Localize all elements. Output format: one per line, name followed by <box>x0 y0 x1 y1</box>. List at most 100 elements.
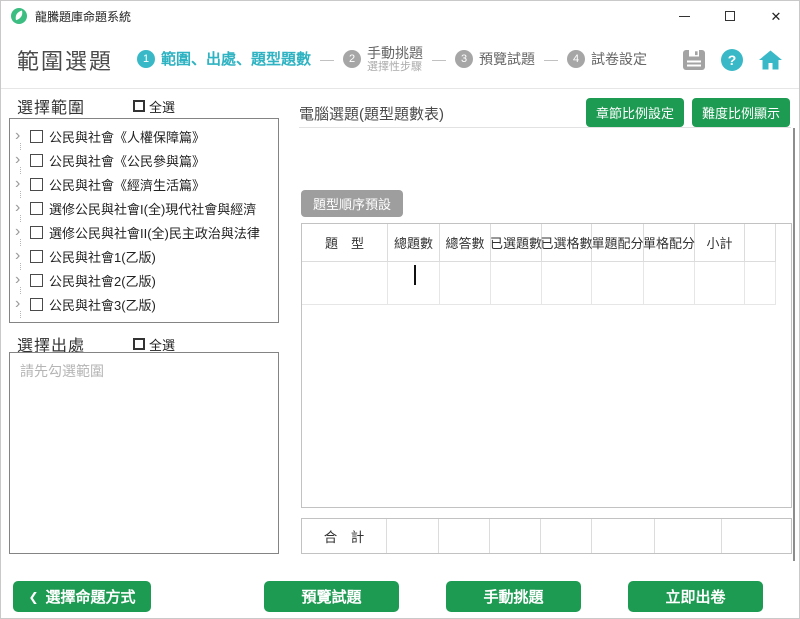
qtable-cell[interactable] <box>644 262 695 305</box>
range-tree-item[interactable]: › 公民與社會《公民參與篇》 <box>10 148 278 172</box>
qtable-total-row: 合 計 <box>301 518 792 554</box>
step-label: 範圍、出處、題型題數 <box>161 51 311 68</box>
tree-item-checkbox[interactable] <box>30 274 43 287</box>
tree-item-checkbox[interactable] <box>30 154 43 167</box>
close-button[interactable]: ✕ <box>753 1 799 31</box>
range-tree-item[interactable]: › 公民與社會1(乙版) <box>10 244 278 268</box>
chapter-ratio-button[interactable]: 章節比例設定 <box>586 98 684 127</box>
question-type-table: 題 型總題數總答數已選題數已選格數單題配分單格配分小計 <box>301 223 792 508</box>
qtable-col-header-extra <box>745 224 776 262</box>
generate-paper-button[interactable]: 立即出卷 <box>628 581 763 612</box>
range-select-all[interactable]: 全選 <box>133 97 175 116</box>
back-button-label: 選擇命題方式 <box>46 586 136 607</box>
step-number-badge: 3 <box>455 50 473 68</box>
step-label: 預覽試題 <box>479 51 535 67</box>
save-icon[interactable] <box>682 49 706 71</box>
expand-chevron-icon[interactable]: › <box>15 223 27 241</box>
tree-item-label: 選修公民與社會II(全)民主政治與法律 <box>49 223 260 242</box>
range-tree-item[interactable]: › 選修公民與社會I(全)現代社會與經濟 <box>10 196 278 220</box>
range-panel-header: 選擇範圍 全選 <box>17 95 279 117</box>
source-list[interactable]: 請先勾選範圍 <box>9 352 279 554</box>
step-sublabel: 選擇性步驟 <box>367 61 423 74</box>
home-icon[interactable] <box>758 49 783 71</box>
main-divider <box>299 127 791 128</box>
tree-item-checkbox[interactable] <box>30 178 43 191</box>
tree-item-label: 公民與社會3(乙版) <box>49 295 156 314</box>
choose-method-back-button[interactable]: ❮ 選擇命題方式 <box>13 581 151 612</box>
qtable-cell[interactable] <box>592 262 644 305</box>
source-select-all-checkbox[interactable] <box>133 338 145 350</box>
tree-item-label: 公民與社會1(乙版) <box>49 247 156 266</box>
page-header: 範圍選題 1 範圍、出處、題型題數 — 2 手動挑題 選擇性步驟 — 3 預覽試… <box>1 31 799 89</box>
wizard-step-2: 2 手動挑題 選擇性步驟 <box>343 45 423 74</box>
qtable-cell[interactable] <box>440 262 491 305</box>
text-cursor <box>414 265 416 285</box>
range-tree-item[interactable]: › 公民與社會《人權保障篇》 <box>10 124 278 148</box>
qtable-cell-extra <box>745 262 776 305</box>
total-row-cell <box>592 519 655 553</box>
range-tree-item[interactable]: › 選修公民與社會II(全)民主政治與法律 <box>10 220 278 244</box>
qtable-col-header: 總答數 <box>440 224 491 262</box>
qtable-col-header: 總題數 <box>388 224 440 262</box>
wizard-step-4: 4 試卷設定 <box>567 50 647 68</box>
titlebar: 龍騰題庫命題系統 ✕ <box>1 1 799 31</box>
total-row-cell <box>541 519 592 553</box>
source-placeholder: 請先勾選範圍 <box>20 363 104 379</box>
qtable-cell[interactable] <box>542 262 592 305</box>
page-title: 範圍選題 <box>17 44 113 76</box>
range-select-all-checkbox[interactable] <box>133 100 145 112</box>
app-window: 龍騰題庫命題系統 ✕ 範圍選題 1 範圍、出處、題型題數 — 2 手動挑題 選擇… <box>0 0 800 619</box>
tree-item-checkbox[interactable] <box>30 298 43 311</box>
range-select-all-label: 全選 <box>149 97 175 116</box>
maximize-icon <box>725 11 735 21</box>
qtable-cell[interactable] <box>491 262 542 305</box>
total-row-cell <box>722 519 791 553</box>
tree-guide-line <box>20 311 21 318</box>
wizard-steps: 1 範圍、出處、題型題數 — 2 手動挑題 選擇性步驟 — 3 預覽試題 — 4… <box>137 45 647 74</box>
manual-pick-button[interactable]: 手動挑題 <box>446 581 581 612</box>
tree-item-label: 公民與社會《人權保障篇》 <box>49 127 205 146</box>
range-tree-item[interactable]: › 公民與社會2(乙版) <box>10 268 278 292</box>
expand-chevron-icon[interactable]: › <box>15 127 27 145</box>
tree-item-label: 公民與社會《公民參與篇》 <box>49 151 205 170</box>
qtable-cell[interactable] <box>388 262 440 305</box>
qtable-col-header: 題 型 <box>302 224 388 262</box>
tree-item-checkbox[interactable] <box>30 250 43 263</box>
tree-item-checkbox[interactable] <box>30 202 43 215</box>
qtable-col-header: 小計 <box>695 224 745 262</box>
tree-item-checkbox[interactable] <box>30 226 43 239</box>
expand-chevron-icon[interactable]: › <box>15 247 27 265</box>
right-scrollbar[interactable] <box>793 128 795 561</box>
total-row-cell <box>490 519 541 553</box>
close-icon: ✕ <box>771 10 782 23</box>
step-number-badge: 4 <box>567 50 585 68</box>
range-tree-item[interactable]: › 公民與社會3(乙版) <box>10 292 278 316</box>
range-tree[interactable]: › 公民與社會《人權保障篇》 › 公民與社會《公民參與篇》 › 公民與社會《經濟… <box>9 118 279 323</box>
expand-chevron-icon[interactable]: › <box>15 151 27 169</box>
source-select-all-label: 全選 <box>149 335 175 354</box>
wizard-step-1: 1 範圍、出處、題型題數 <box>137 50 311 68</box>
tree-item-label: 公民與社會2(乙版) <box>49 271 156 290</box>
help-icon[interactable]: ? <box>721 49 743 71</box>
back-chevron-icon: ❮ <box>28 590 38 604</box>
difficulty-ratio-button[interactable]: 難度比例顯示 <box>692 98 790 127</box>
range-tree-item[interactable]: › 公民與社會《經濟生活篇》 <box>10 172 278 196</box>
source-select-all[interactable]: 全選 <box>133 335 175 354</box>
range-panel-title: 選擇範圍 <box>17 94 85 118</box>
qtable-cell[interactable] <box>302 262 388 305</box>
maximize-button[interactable] <box>707 1 753 31</box>
minimize-button[interactable] <box>661 1 707 31</box>
preview-questions-button[interactable]: 預覽試題 <box>264 581 399 612</box>
expand-chevron-icon[interactable]: › <box>15 295 27 313</box>
tree-item-label: 選修公民與社會I(全)現代社會與經濟 <box>49 199 256 218</box>
header-actions: ? <box>682 49 783 71</box>
app-logo-icon <box>11 8 27 24</box>
qtable-col-header: 單格配分 <box>644 224 695 262</box>
tree-item-checkbox[interactable] <box>30 130 43 143</box>
expand-chevron-icon[interactable]: › <box>15 199 27 217</box>
window-controls: ✕ <box>661 1 799 31</box>
expand-chevron-icon[interactable]: › <box>15 175 27 193</box>
question-order-preset-button[interactable]: 題型順序預設 <box>301 190 403 217</box>
expand-chevron-icon[interactable]: › <box>15 271 27 289</box>
qtable-cell[interactable] <box>695 262 745 305</box>
